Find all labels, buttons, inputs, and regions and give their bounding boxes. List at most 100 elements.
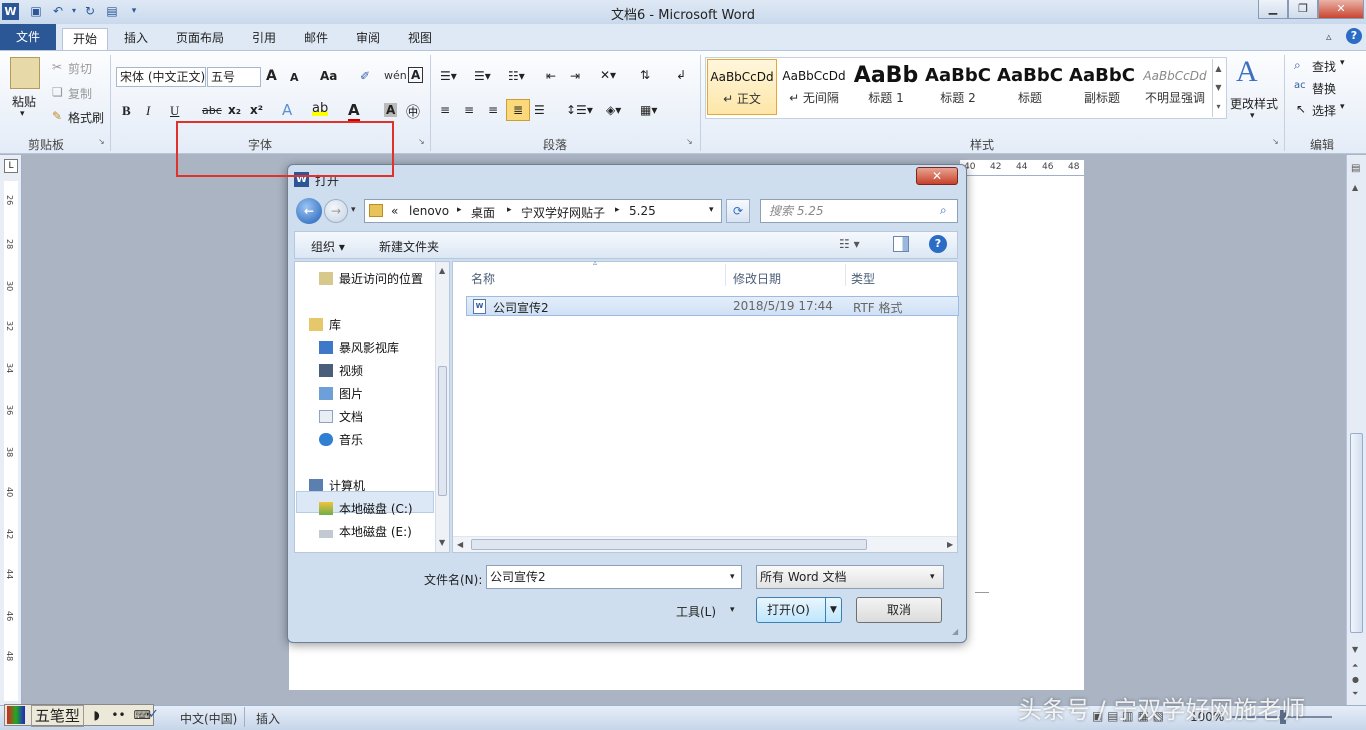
nav-pictures[interactable]: 图片 [319,385,363,402]
bold-button[interactable]: B [122,103,131,119]
bullets-icon[interactable]: ☰▾ [440,69,457,83]
next-page-icon[interactable]: ⏷ [1352,689,1358,699]
ruler-toggle-icon[interactable]: ▤ [1351,163,1360,174]
show-marks-icon[interactable]: ↲ [676,68,686,82]
breadcrumb-chevron-icon[interactable]: ▸ [615,205,620,215]
line-spacing-icon[interactable]: ↕☰▾ [566,103,593,117]
paste-icon[interactable] [10,57,40,89]
file-row[interactable]: W 公司宣传2 2018/5/19 17:44 RTF 格式 [466,296,959,316]
address-dropdown-icon[interactable]: ▾ [709,205,714,215]
tools-dropdown-icon[interactable]: ▾ [730,605,735,615]
sort-icon[interactable]: ⇅ [640,68,650,82]
open-button[interactable]: 打开(O) ▼ [756,597,842,623]
filetype-dropdown-icon[interactable]: ▾ [930,572,935,582]
chinese-layout-icon[interactable]: ✕▾ [600,68,616,82]
tab-insert[interactable]: 插入 [114,28,158,50]
distributed-icon[interactable]: ☰ [534,103,545,117]
scroll-thumb[interactable] [1350,433,1363,633]
breadcrumb-current[interactable]: 5.25 [629,204,656,218]
column-name[interactable]: 名称 [471,270,495,287]
change-styles-icon[interactable]: A [1236,55,1258,89]
find-dropdown-icon[interactable]: ▾ [1340,58,1345,68]
cut-button[interactable]: 剪切 [68,60,92,77]
clipboard-launcher-icon[interactable]: ↘ [98,137,105,146]
nav-video-library[interactable]: 暴风影视库 [319,339,399,356]
styles-launcher-icon[interactable]: ↘ [1272,137,1279,146]
prev-page-icon[interactable]: ⏶ [1352,661,1358,671]
tab-review[interactable]: 审阅 [346,28,390,50]
style-heading-2[interactable]: AaBbC 标题 2 [923,59,993,115]
back-button[interactable]: ← [296,198,322,224]
scroll-right-icon[interactable]: ▶ [947,540,953,549]
style-heading-1[interactable]: AaBb 标题 1 [851,59,921,115]
style-subtitle[interactable]: AaBbC 副标题 [1067,59,1137,115]
scroll-down-icon[interactable]: ▼ [1352,645,1358,654]
style-subtle-emphasis[interactable]: AaBbCcDd 不明显强调 [1139,59,1211,115]
style-no-spacing[interactable]: AaBbCcDd ↵ 无间隔 [779,59,849,115]
font-launcher-icon[interactable]: ↘ [418,137,425,146]
change-styles-button[interactable]: 更改样式 [1230,95,1278,112]
refresh-button[interactable]: ⟳ [726,199,750,223]
tab-page-layout[interactable]: 页面布局 [166,28,234,50]
organize-button[interactable]: 组织 ▾ [311,238,345,255]
close-button[interactable]: ✕ [1318,0,1364,19]
cancel-button[interactable]: 取消 [856,597,942,623]
underline-button[interactable]: U [170,103,179,119]
enclose-char-icon[interactable]: ㊥ [406,102,420,122]
numbering-icon[interactable]: ☰▾ [474,69,491,83]
horizontal-scrollbar[interactable]: ◀ ▶ [453,536,957,552]
scroll-up-icon[interactable]: ▲ [1352,183,1358,192]
shading-icon[interactable]: ◈▾ [606,103,621,117]
dialog-close-button[interactable]: ✕ [916,167,958,185]
tab-references[interactable]: 引用 [242,28,286,50]
address-bar[interactable]: « lenovo ▸ 桌面 ▸ 宁双学好网贴子 ▸ 5.25 ▾ [364,199,722,223]
filename-input[interactable]: 公司宣传2 [486,565,742,589]
recent-locations-icon[interactable]: ▾ [351,205,356,215]
tools-button[interactable]: 工具(L) [676,603,716,620]
nav-drive-e[interactable]: 本地磁盘 (E:) [319,523,412,540]
breadcrumb-folder[interactable]: 宁双学好网贴子 [521,204,605,221]
breadcrumb-lenovo[interactable]: lenovo [409,204,449,218]
nav-scroll-thumb[interactable] [438,366,447,496]
new-folder-button[interactable]: 新建文件夹 [379,238,439,255]
highlight-icon[interactable]: ab [312,101,329,116]
char-border-button[interactable]: A [408,67,424,83]
font-name-combo[interactable]: 宋体 (中文正文) [116,67,206,87]
minimize-button[interactable]: ▁ [1258,0,1288,19]
grow-font-button[interactable]: A [266,68,277,84]
clear-format-icon[interactable]: ✐ [360,69,370,83]
style-normal[interactable]: AaBbCcDd ↵ 正文 [707,59,777,115]
change-styles-dropdown-icon[interactable]: ▾ [1250,111,1255,121]
breadcrumb-chevron-icon[interactable]: ▸ [507,205,512,215]
multilevel-list-icon[interactable]: ☷▾ [508,69,525,83]
nav-videos[interactable]: 视频 [319,362,363,379]
language-status[interactable]: 中文(中国) [180,710,237,727]
preview-pane-icon[interactable] [893,236,909,252]
paragraph-launcher-icon[interactable]: ↘ [686,137,693,146]
hscroll-thumb[interactable] [471,539,867,550]
open-dropdown-icon[interactable]: ▼ [825,598,841,622]
breadcrumb-desktop[interactable]: 桌面 [471,204,495,221]
half-width-icon[interactable]: ◗ [88,705,106,725]
nav-drive-c[interactable]: 本地磁盘 (C:) [319,500,413,517]
change-case-button[interactable]: Aa [320,69,337,83]
scroll-left-icon[interactable]: ◀ [457,540,463,549]
breadcrumb-chevron-icon[interactable]: ▸ [457,205,462,215]
text-effects-icon[interactable]: A [282,101,292,119]
vertical-scrollbar[interactable]: ▤ ▲ ▼ ⏶ ● ⏷ [1346,155,1366,705]
tab-mailings[interactable]: 邮件 [294,28,338,50]
browse-object-icon[interactable]: ● [1352,675,1359,684]
view-options-icon[interactable]: ☷ ▾ [839,237,860,251]
ime-status-icon[interactable]: ✓ [148,707,159,722]
punctuation-icon[interactable]: •• [110,705,128,725]
decrease-indent-icon[interactable]: ⇤ [546,69,556,83]
ribbon-collapse-icon[interactable]: ▵ [1326,30,1332,43]
search-icon[interactable]: ⌕ [940,203,947,218]
select-dropdown-icon[interactable]: ▾ [1340,102,1345,112]
insert-mode-status[interactable]: 插入 [256,710,280,727]
nav-recent-places[interactable]: 最近访问的位置 [319,270,423,287]
align-center-icon[interactable]: ≡ [464,103,474,117]
subscript-button[interactable]: x₂ [228,103,241,117]
tab-file[interactable]: 文件 [0,24,56,50]
paste-dropdown-icon[interactable]: ▾ [20,109,25,119]
